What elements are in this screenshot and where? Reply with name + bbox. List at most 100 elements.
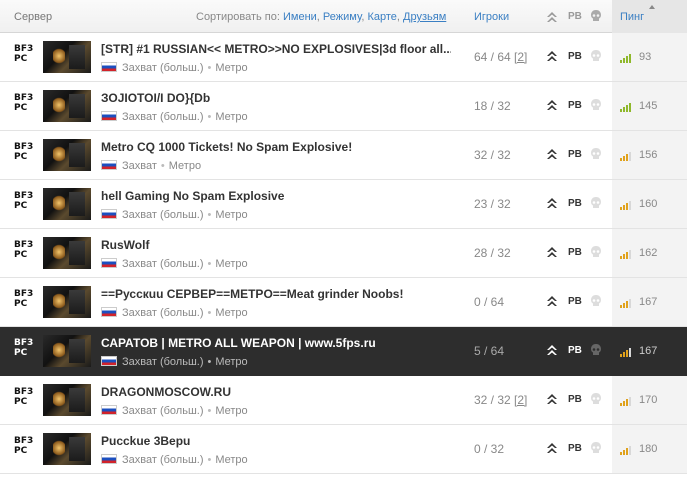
rank-column-icon[interactable] — [545, 10, 559, 24]
queue-count[interactable]: [2] — [514, 50, 527, 64]
game-mode: Захват (больш.) — [122, 454, 204, 466]
bf3-pc-badge: BF3 PC — [14, 240, 36, 266]
server-row[interactable]: BF3 PC ЗОJIOTOI/I DO}{Db Захват (больш.) • Ме… — [0, 82, 687, 131]
badge-line-1: BF3 — [14, 387, 34, 397]
column-header-punkbuster[interactable]: PB — [568, 11, 582, 22]
punkbuster-label: PB — [568, 443, 582, 454]
hardcore-skull-icon — [591, 344, 601, 355]
sort-separator: , — [316, 11, 320, 23]
map-name: Метро — [215, 209, 248, 221]
ping-cell: 170 — [612, 376, 687, 424]
meta-separator: • — [160, 160, 165, 172]
server-meta: Захват (больш.) • Метро — [101, 356, 248, 368]
badge-line-1: BF3 — [14, 44, 34, 54]
player-count: 32 / 32 — [474, 148, 511, 162]
badge-line-2: PC — [14, 54, 28, 64]
server-meta: Захват (больш.) • Метро — [101, 209, 248, 221]
server-meta: Захват (больш.) • Метро — [101, 62, 248, 74]
rank-chevron-icon — [547, 345, 557, 355]
punkbuster-label: PB — [568, 51, 582, 62]
server-meta: Захват (больш.) • Метро — [101, 111, 248, 123]
signal-strength-icon — [620, 446, 631, 455]
map-name: Метро — [215, 307, 248, 319]
players-value: 32 / 32 — [474, 148, 511, 162]
ping-value: 93 — [639, 51, 652, 63]
ping-cell: 167 — [612, 278, 687, 326]
server-meta: Захват • Метро — [101, 160, 201, 172]
server-row[interactable]: BF3 PC DRAGONMOSCOW.RU Захват (больш.) • Метр… — [0, 376, 687, 425]
server-name[interactable]: DRAGONMOSCOW.RU — [101, 385, 451, 399]
signal-strength-icon — [620, 201, 631, 210]
ping-cell: 162 — [612, 229, 687, 277]
bf3-pc-badge: BF3 PC — [14, 191, 36, 217]
player-count: 23 / 32 — [474, 197, 511, 211]
punkbuster-label: PB — [568, 149, 582, 160]
sort-link-1[interactable]: Имени — [283, 11, 317, 23]
hardcore-skull-icon — [591, 50, 601, 61]
server-row[interactable]: BF3 PC Metro CQ 1000 Tickets! No Spam Expl… — [0, 131, 687, 180]
russia-flag-icon — [101, 405, 117, 415]
server-name[interactable]: САРАТОВ | METRO ALL WEAPON | www.5fps.ru — [101, 336, 451, 350]
meta-separator: • — [207, 62, 212, 74]
ping-value: 167 — [639, 296, 658, 308]
column-header-ping[interactable]: Пинг — [612, 0, 687, 33]
server-row[interactable]: BF3 PC ==Pусскuu CEPBEP==METPO==Meat grind… — [0, 278, 687, 327]
players-value: 32 / 32 — [474, 393, 511, 407]
hardcore-skull-icon — [591, 197, 601, 208]
badge-line-1: BF3 — [14, 191, 34, 201]
server-browser-table: Сервер Сортировать по: Имени, Режиму, Ка… — [0, 0, 687, 480]
bf3-pc-badge: BF3 PC — [14, 387, 36, 413]
badge-line-1: BF3 — [14, 338, 34, 348]
server-meta: Захват (больш.) • Метро — [101, 307, 248, 319]
column-header-players[interactable]: Игроки — [474, 11, 509, 23]
badge-line-2: PC — [14, 446, 28, 456]
signal-strength-icon — [620, 250, 631, 259]
server-name[interactable]: ==Pусскuu CEPBEP==METPO==Meat grinder No… — [101, 287, 451, 301]
server-name[interactable]: hell Gaming No Spam Explosive — [101, 189, 451, 203]
hardcore-skull-icon — [591, 246, 601, 257]
sort-link-2[interactable]: Режиму — [323, 11, 361, 23]
rank-chevron-icon — [547, 198, 557, 208]
game-mode: Захват — [122, 160, 157, 172]
russia-flag-icon — [101, 356, 117, 366]
sort-link-4[interactable]: Друзьям — [403, 11, 446, 23]
queue-count[interactable]: [2] — [514, 393, 527, 407]
ping-value: 162 — [639, 247, 658, 259]
server-name[interactable]: Pucckue 3Bepu — [101, 434, 451, 448]
player-count: 28 / 32 — [474, 246, 511, 260]
player-count: 18 / 32 — [474, 99, 511, 113]
meta-separator: • — [207, 258, 212, 270]
russia-flag-icon — [101, 111, 117, 121]
players-value: 0 / 64 — [474, 295, 505, 309]
server-name[interactable]: RusWolf — [101, 238, 451, 252]
server-name[interactable]: Metro CQ 1000 Tickets! No Spam Explosive… — [101, 140, 451, 154]
badge-line-1: BF3 — [14, 142, 34, 152]
column-header-server[interactable]: Сервер — [14, 11, 52, 23]
ping-value: 156 — [639, 149, 658, 161]
badge-line-1: BF3 — [14, 289, 34, 299]
ping-cell: 180 — [612, 425, 687, 473]
server-row[interactable]: BF3 PC [STR] #1 RUSSIAN<< METRO>>NO EXPLOS… — [0, 33, 687, 82]
game-mode: Захват (больш.) — [122, 111, 204, 123]
ping-cell: 167 — [612, 327, 687, 375]
server-row[interactable]: BF3 PC RusWolf Захват (больш.) • Метро 28 / 32… — [0, 229, 687, 278]
map-thumbnail — [43, 237, 91, 269]
meta-separator: • — [207, 454, 212, 466]
sort-link-3[interactable]: Карте — [367, 11, 396, 23]
server-name[interactable]: ЗОJIOTOI/I DO}{Db — [101, 91, 451, 105]
server-row[interactable]: BF3 PC САРАТОВ | METRO ALL WEAPON | www.5f… — [0, 327, 687, 376]
meta-separator: • — [207, 111, 212, 123]
server-row[interactable]: BF3 PC hell Gaming No Spam Explosive Захват… — [0, 180, 687, 229]
badge-line-2: PC — [14, 201, 28, 211]
hardcore-column-icon[interactable] — [589, 9, 603, 23]
rank-chevron-icon — [547, 100, 557, 110]
sort-separator: , — [361, 11, 365, 23]
signal-strength-icon — [620, 348, 631, 357]
bf3-pc-badge: BF3 PC — [14, 338, 36, 364]
ping-cell: 156 — [612, 131, 687, 179]
rank-chevron-icon — [547, 247, 557, 257]
server-name[interactable]: [STR] #1 RUSSIAN<< METRO>>NO EXPLOSIVES|… — [101, 42, 451, 56]
sort-separator: , — [396, 11, 400, 23]
server-row[interactable]: BF3 PC Pucckue 3Bepu Захват (больш.) • Метро 0… — [0, 425, 687, 474]
map-name: Метро — [215, 405, 248, 417]
